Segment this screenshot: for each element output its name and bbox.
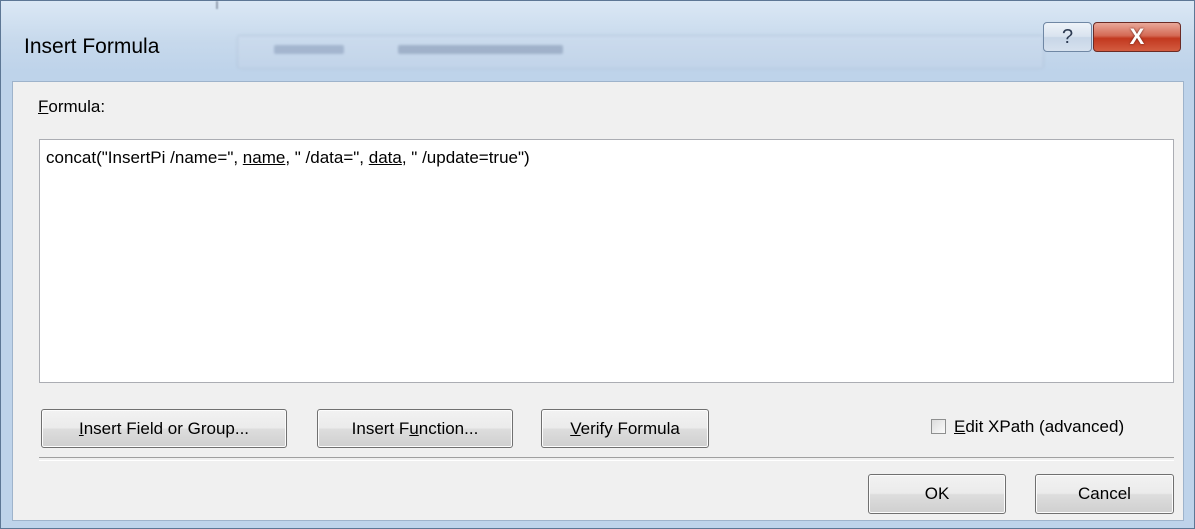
verify-formula-button[interactable]: Verify Formula [541,409,709,448]
help-icon: ? [1061,26,1074,48]
separator [39,457,1174,461]
edit-xpath-checkbox[interactable] [931,419,946,434]
field-reference-name[interactable]: name [243,148,286,167]
field-reference-data[interactable]: data [369,148,402,167]
close-icon: X [1129,24,1145,49]
title-bar[interactable]: Insert Formula ? X [1,1,1194,87]
close-button[interactable]: X [1093,22,1181,52]
background-window-edge [216,1,1018,9]
formula-text: concat("InsertPi /name=", [46,148,243,167]
ok-button[interactable]: OK [868,474,1006,514]
edit-xpath-label[interactable]: Edit XPath (advanced) [954,417,1124,437]
insert-field-or-group-button[interactable]: Insert Field or Group... [41,409,287,448]
formula-editor[interactable]: concat("InsertPi /name=", name, " /data=… [39,139,1174,383]
dialog-client-area: Formula: concat("InsertPi /name=", name,… [12,81,1184,521]
background-field-blur [237,35,1044,69]
insert-formula-dialog: Insert Formula ? X Formula: concat("Inse… [0,0,1195,529]
insert-function-button[interactable]: Insert Function... [317,409,513,448]
dialog-title: Insert Formula [24,35,160,58]
formula-label: Formula: [38,97,106,116]
cancel-button[interactable]: Cancel [1035,474,1174,514]
help-button[interactable]: ? [1043,22,1092,52]
